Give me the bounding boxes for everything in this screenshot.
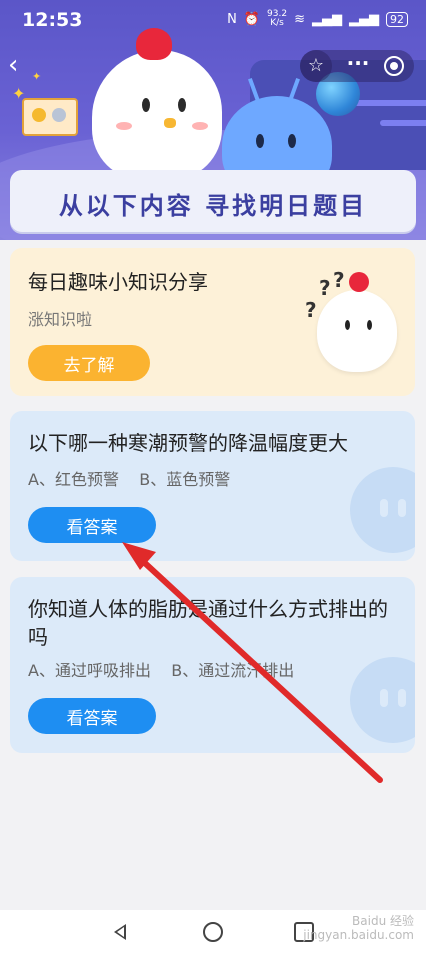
tip-card[interactable]: 每日趣味小知识分享 涨知识啦 去了解 ? ? ?	[10, 248, 415, 396]
question-options: A、红色预警 B、蓝色预警	[28, 470, 231, 489]
back-chevron-icon[interactable]: ‹	[8, 52, 36, 80]
mini-program-capsule: ☆ ···	[300, 50, 414, 82]
chick-mascot	[92, 28, 222, 180]
question-card: 你知道人体的脂肪是通过什么方式排出的吗 A、通过呼吸排出 B、通过流汗排出 看答…	[10, 577, 415, 753]
nfc-icon: N	[227, 11, 237, 27]
view-answer-button[interactable]: 看答案	[28, 698, 156, 734]
wifi-icon: ≋	[294, 11, 305, 27]
battery-indicator: 92	[386, 11, 408, 27]
medal-board-illustration	[22, 98, 78, 136]
signal-icon-2: ▂▄▆	[349, 11, 379, 27]
chat-bubble-decoration	[350, 657, 415, 743]
question-chick-illustration: ? ? ?	[305, 268, 400, 378]
nav-back-icon[interactable]	[110, 922, 130, 942]
chat-bubble-decoration	[350, 467, 415, 553]
net-speed: 93.2 K/s	[267, 9, 288, 28]
question-options: A、通过呼吸排出 B、通过流汗排出	[28, 661, 295, 680]
watermark: Baidu 经验 jingyan.baidu.com	[303, 914, 414, 942]
alarm-icon: ⏰	[243, 11, 261, 27]
status-bar: 12:53 N ⏰ 93.2 K/s ≋ ▂▄▆ ▂▄▆ 92	[0, 0, 426, 40]
system-nav-bar: Baidu 经验 jingyan.baidu.com	[0, 910, 426, 954]
question-title: 你知道人体的脂肪是通过什么方式排出的吗	[28, 597, 388, 649]
view-answer-button[interactable]: 看答案	[28, 507, 156, 543]
banner-title: 从以下内容 寻找明日题目	[58, 192, 368, 220]
tip-card-title: 每日趣味小知识分享	[28, 270, 208, 294]
close-target-icon[interactable]	[384, 56, 404, 76]
question-title: 以下哪一种寒潮预警的降温幅度更大	[28, 431, 348, 455]
more-icon[interactable]: ···	[338, 50, 378, 82]
status-time: 12:53	[22, 9, 83, 31]
signal-icon: ▂▄▆	[312, 11, 342, 27]
learn-more-button[interactable]: 去了解	[28, 345, 150, 381]
banner-title-card: 从以下内容 寻找明日题目	[10, 170, 416, 232]
star-icon[interactable]: ☆	[300, 50, 332, 82]
question-card: 以下哪一种寒潮预警的降温幅度更大 A、红色预警 B、蓝色预警 看答案	[10, 411, 415, 561]
nav-home-icon[interactable]	[203, 922, 223, 942]
tip-card-subtitle: 涨知识啦	[28, 310, 93, 329]
